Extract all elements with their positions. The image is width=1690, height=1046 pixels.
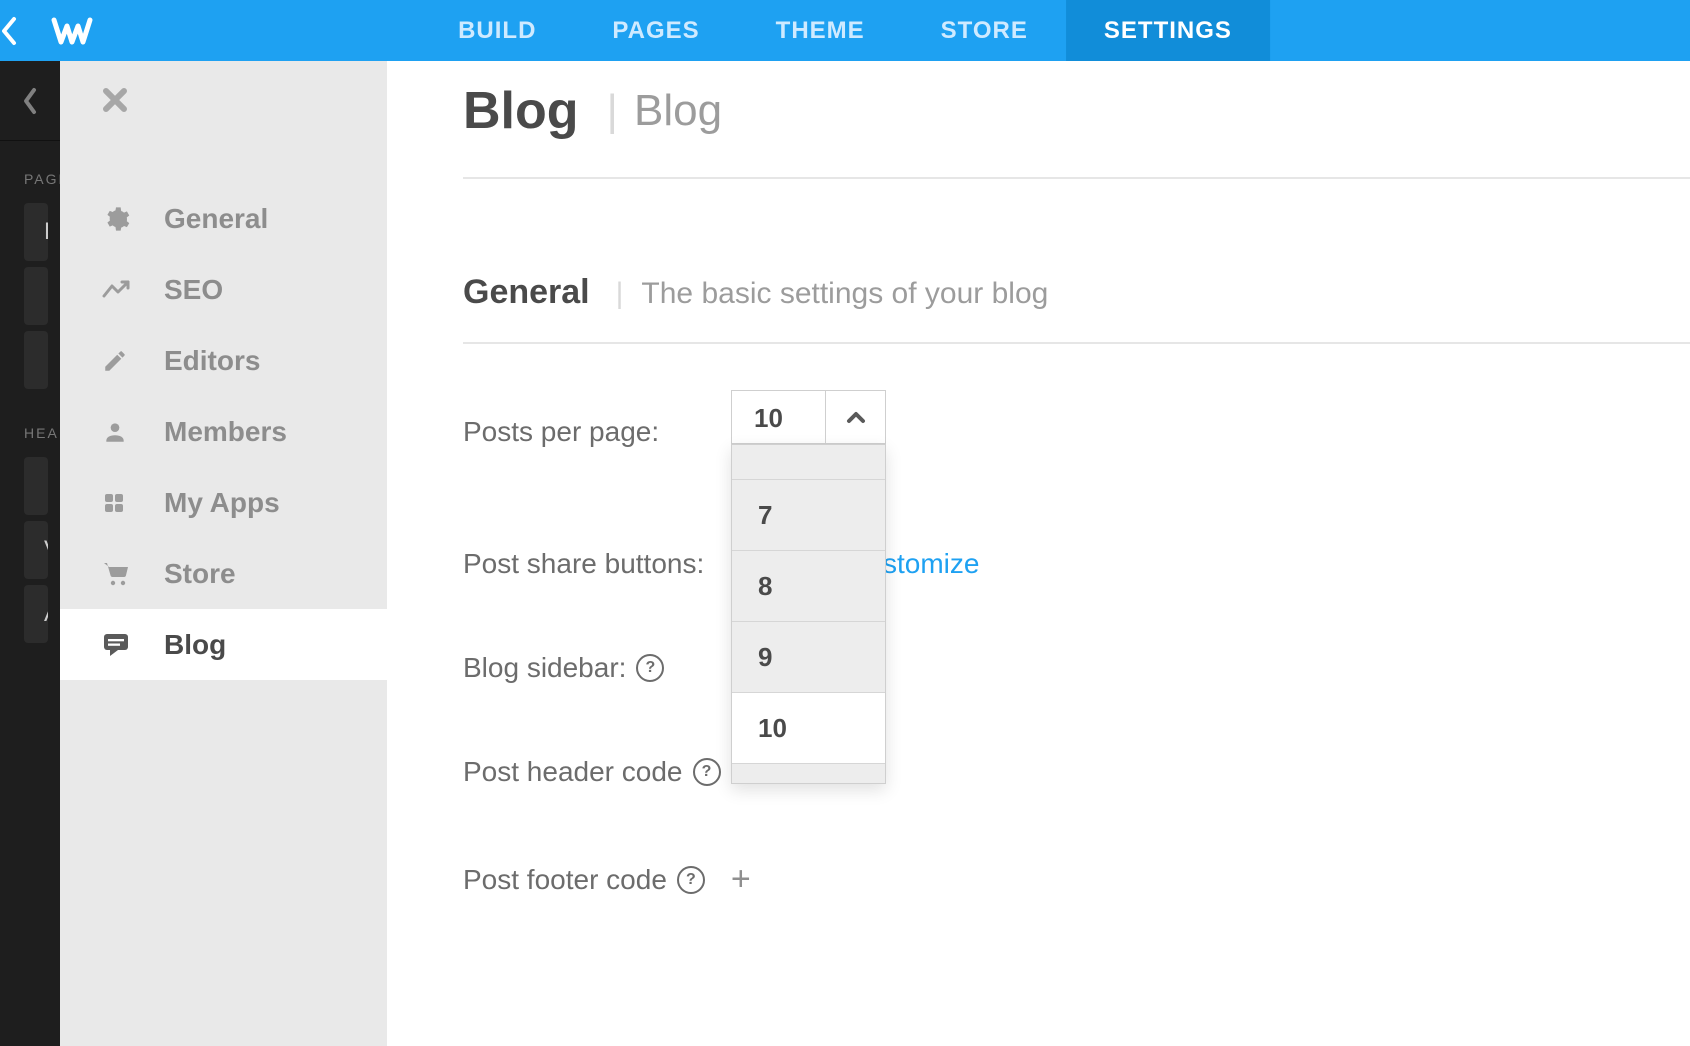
plus-icon[interactable]: +	[731, 860, 751, 899]
tab-build[interactable]: BUILD	[420, 0, 574, 61]
dropdown-option-peek[interactable]	[732, 445, 885, 479]
sidebar-page-item[interactable]	[24, 331, 48, 389]
sidebar-item-label: Editors	[164, 345, 260, 377]
dropdown-option-selected[interactable]: 10	[732, 692, 885, 763]
sidebar-item-store[interactable]: Store	[60, 538, 387, 609]
sidebar-item-myapps[interactable]: My Apps	[60, 467, 387, 538]
sidebar-section-header: HEA	[0, 395, 60, 451]
customize-link[interactable]: stomize	[883, 548, 979, 580]
help-icon[interactable]: ?	[677, 866, 705, 894]
settings-sidebar: General SEO Editors Members My Apps	[60, 61, 387, 1046]
sidebar-item-label: SEO	[164, 274, 223, 306]
close-icon[interactable]	[60, 61, 387, 123]
page-subtitle: Blog	[634, 86, 722, 136]
sidebar-section-pages: PAGE	[0, 141, 60, 197]
sidebar-item-label: My Apps	[164, 487, 280, 519]
apps-icon	[102, 491, 146, 515]
divider	[463, 177, 1690, 179]
sidebar-page-item[interactable]	[24, 267, 48, 325]
trend-icon	[102, 280, 146, 300]
dropdown-option[interactable]: 7	[732, 479, 885, 550]
sidebar-item-label: General	[164, 203, 268, 235]
field-label-blog-sidebar: Blog sidebar:	[463, 652, 626, 684]
tab-pages[interactable]: PAGES	[574, 0, 737, 61]
tab-theme[interactable]: THEME	[738, 0, 903, 61]
sidebar-item-blog[interactable]: Blog	[60, 609, 387, 680]
sidebar-item-label: Members	[164, 416, 287, 448]
pencil-icon	[102, 348, 146, 374]
sidebar-item-general[interactable]: General	[60, 183, 387, 254]
top-tabs: BUILD PAGES THEME STORE SETTINGS	[420, 0, 1270, 61]
cart-icon	[102, 561, 146, 587]
dropdown-option-peek[interactable]	[732, 763, 885, 783]
back-icon[interactable]	[0, 16, 40, 46]
top-navbar: BUILD PAGES THEME STORE SETTINGS	[0, 0, 1690, 61]
help-icon[interactable]: ?	[693, 758, 721, 786]
field-label-posts-per-page: Posts per page:	[463, 416, 731, 448]
chat-icon	[102, 632, 146, 658]
section-description: The basic settings of your blog	[641, 277, 1048, 311]
sidebar-item-members[interactable]: Members	[60, 396, 387, 467]
sidebar-page-item[interactable]: BL	[24, 203, 48, 261]
section-separator: |	[616, 277, 624, 311]
gear-icon	[102, 205, 146, 233]
dropdown-option[interactable]: 8	[732, 550, 885, 621]
sidebar-header-item[interactable]: A	[24, 585, 48, 643]
chevron-up-icon[interactable]	[825, 391, 885, 443]
posts-per-page-select[interactable]: 10	[731, 390, 886, 444]
field-label-footer-code: Post footer code	[463, 864, 667, 896]
sidebar-item-editors[interactable]: Editors	[60, 325, 387, 396]
posts-per-page-dropdown: 7 8 9 10	[731, 444, 886, 784]
main-content: Blog | Blog General | The basic settings…	[387, 61, 1690, 1046]
section-title: General	[463, 273, 590, 312]
sidebar-header-item[interactable]: V	[24, 521, 48, 579]
tab-store[interactable]: STORE	[903, 0, 1066, 61]
sidebar-item-label: Store	[164, 558, 236, 590]
tab-settings[interactable]: SETTINGS	[1066, 0, 1270, 61]
sidebar-header-item[interactable]	[24, 457, 48, 515]
page-title: Blog	[463, 81, 579, 141]
sidebar-item-seo[interactable]: SEO	[60, 254, 387, 325]
field-label-header-code: Post header code	[463, 756, 683, 788]
title-separator: |	[607, 86, 618, 136]
sidebar-item-label: Blog	[164, 629, 226, 661]
editor-sidebar: PAGE BL HEA V A	[0, 61, 60, 1046]
sidebar-back-icon[interactable]	[0, 61, 60, 141]
select-current-value: 10	[732, 391, 825, 443]
dropdown-option[interactable]: 9	[732, 621, 885, 692]
divider	[463, 342, 1690, 344]
person-icon	[102, 419, 146, 445]
weebly-logo-icon[interactable]	[50, 14, 94, 48]
help-icon[interactable]: ?	[636, 654, 664, 682]
